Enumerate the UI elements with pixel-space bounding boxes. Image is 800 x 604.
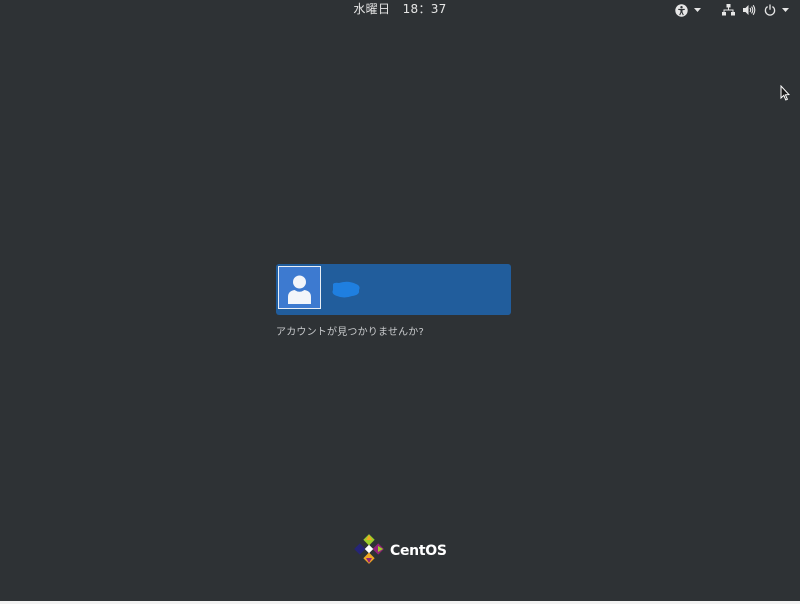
user-list-item[interactable] [276, 264, 511, 315]
volume-icon [743, 4, 756, 16]
top-bar: 水曜日 18：37 [0, 0, 800, 20]
redaction-mark [330, 280, 362, 304]
accessibility-icon [675, 3, 688, 17]
brand-name: CentOS [390, 543, 447, 559]
user-avatar-icon [278, 266, 321, 309]
network-wired-icon [722, 4, 735, 16]
system-menu[interactable] [722, 0, 789, 20]
chevron-down-icon [694, 8, 701, 12]
power-icon [764, 4, 776, 16]
chevron-down-icon [782, 8, 789, 12]
centos-logo: CentOS [354, 534, 447, 568]
mouse-pointer-icon [780, 84, 791, 105]
accessibility-menu[interactable] [675, 0, 701, 20]
not-listed-link[interactable]: アカウントが見つかりませんか? [276, 326, 424, 339]
centos-logo-icon [354, 534, 384, 568]
